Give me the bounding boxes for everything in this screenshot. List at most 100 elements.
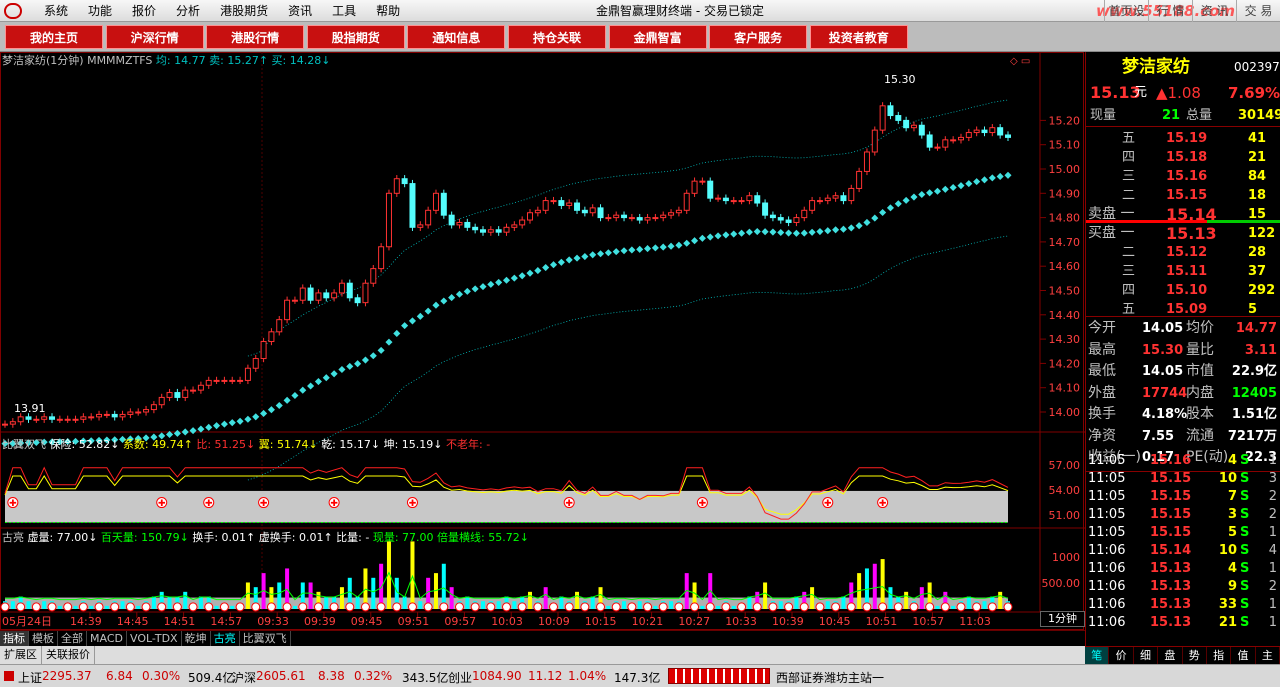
volume-bar xyxy=(42,601,47,609)
candle-body xyxy=(119,413,126,418)
quote-tab-3[interactable]: 盘 xyxy=(1158,647,1183,664)
menu-item-4[interactable]: 港股期货 xyxy=(220,0,268,22)
ma-dot xyxy=(487,280,495,288)
candle-body xyxy=(417,224,424,228)
nav-item-6[interactable]: 金鼎智富 xyxy=(608,25,707,49)
candle-body xyxy=(495,229,502,233)
tab-2[interactable]: 全部 xyxy=(58,631,87,646)
tick-side: S xyxy=(1240,543,1250,558)
ma-dot xyxy=(706,233,714,241)
ind2-signal-marker xyxy=(313,602,323,612)
time-axis-label: 10:39 xyxy=(772,615,804,628)
nav-item-8[interactable]: 投资者教育 xyxy=(809,25,908,49)
stat-value: 4.18% xyxy=(1142,407,1188,422)
interval-label[interactable]: 1分钟 xyxy=(1040,611,1085,627)
ind2-signal-marker xyxy=(16,602,26,612)
status-sz-amt: 343.5亿 xyxy=(402,671,449,685)
tab-7[interactable]: 比翼双飞 xyxy=(240,631,291,646)
ind2-signal-marker xyxy=(517,602,527,612)
bid-label: 四 xyxy=(1122,283,1136,298)
menu-item-0[interactable]: 系统 xyxy=(44,0,68,22)
quote-tab-6[interactable]: 值 xyxy=(1231,647,1256,664)
ma-dot xyxy=(659,243,667,251)
candle-body xyxy=(385,192,392,248)
quote-tab-5[interactable]: 指 xyxy=(1207,647,1232,664)
window-button-2[interactable]: 资 讯 xyxy=(1192,0,1236,22)
nav-item-3[interactable]: 股指期货 xyxy=(306,25,405,49)
candle-body xyxy=(205,379,212,386)
volume-bar xyxy=(379,563,384,609)
tab-6[interactable]: 古亮 xyxy=(211,631,240,646)
volume-bar xyxy=(872,563,877,609)
market-blocks-icon xyxy=(668,668,770,684)
ma-dot xyxy=(973,178,981,186)
nav-item-1[interactable]: 沪深行情 xyxy=(105,25,204,49)
quote-tab-4[interactable]: 势 xyxy=(1183,647,1207,664)
volume-bar xyxy=(136,605,141,609)
market-indicator-icon xyxy=(4,671,14,681)
nav-item-7[interactable]: 客户服务 xyxy=(709,25,808,49)
ma-dot xyxy=(910,193,918,201)
candle-body xyxy=(707,180,714,199)
quote-tab-7[interactable]: 主 xyxy=(1256,647,1280,664)
tab-4[interactable]: VOL-TDX xyxy=(127,631,182,646)
ext-tab-0[interactable]: 扩展区 xyxy=(0,646,42,664)
bid-price: 15.11 xyxy=(1166,264,1208,279)
ind1-item: 系数: 49.74↑ xyxy=(123,438,196,451)
tick-side: S xyxy=(1240,525,1250,540)
status-cy-amt: 147.3亿 xyxy=(614,671,661,685)
nav-item-5[interactable]: 持仓关联 xyxy=(508,25,606,49)
menu-item-6[interactable]: 工具 xyxy=(332,0,356,22)
candle-body xyxy=(840,195,847,202)
volume-bar xyxy=(951,605,956,609)
volume-bar xyxy=(543,587,548,609)
candle-body xyxy=(299,287,306,301)
volume-bar xyxy=(998,591,1003,609)
volume-bar xyxy=(324,596,329,609)
ma-dot xyxy=(988,174,996,182)
nav-item-2[interactable]: 港股行情 xyxy=(206,25,305,49)
menu-item-1[interactable]: 功能 xyxy=(88,0,112,22)
chart-svg[interactable]: 15.20 15.10 15.00 14.90 14.80 14.70 14.60 14.50… xyxy=(0,52,1085,630)
vol-now: 21 xyxy=(1162,108,1181,123)
nav-item-4[interactable]: 通知信息 xyxy=(407,25,506,49)
window-button-0[interactable]: 首页设置 xyxy=(1104,0,1148,40)
ma-dot xyxy=(879,208,887,217)
candle-body xyxy=(613,214,620,219)
quote-tab-0[interactable]: 笔 xyxy=(1085,647,1110,664)
window-button-1[interactable]: 行 情 xyxy=(1148,0,1192,22)
ma-dot xyxy=(260,409,268,417)
tab-0[interactable]: 指标 xyxy=(0,631,29,646)
ind2-signal-marker xyxy=(94,602,104,612)
ma-dot xyxy=(933,187,942,195)
ma-dot xyxy=(416,312,424,320)
menu-item-5[interactable]: 资讯 xyxy=(288,0,312,22)
volume-bar xyxy=(888,587,893,609)
ext-tab-1[interactable]: 关联报价 xyxy=(42,646,95,664)
stat-label: 外盘 xyxy=(1088,384,1116,401)
candle-body xyxy=(558,200,565,206)
tab-1[interactable]: 模板 xyxy=(29,631,58,646)
ind2-signal-marker xyxy=(188,602,198,612)
nav-item-0[interactable]: 我的主页 xyxy=(5,25,103,49)
quote-tab-2[interactable]: 细 xyxy=(1134,647,1159,664)
chart-area[interactable]: 15.20 15.10 15.00 14.90 14.80 14.70 14.60 14.50… xyxy=(0,52,1085,630)
tick-price: 15.15 xyxy=(1150,507,1192,522)
ind1-item: 乾: 15.17↓ xyxy=(321,438,383,451)
ma-dot xyxy=(839,225,847,233)
volume-bar xyxy=(653,605,658,609)
tab-5[interactable]: 乾坤 xyxy=(182,631,211,646)
quote-tab-1[interactable]: 价 xyxy=(1109,647,1134,664)
candle-body xyxy=(981,129,988,134)
candle-body xyxy=(17,416,24,423)
candle-body xyxy=(652,217,659,220)
menu-item-7[interactable]: 帮助 xyxy=(376,0,400,22)
chart-corner-icon[interactable]: ◇ ▭ xyxy=(1010,56,1030,67)
menu-item-3[interactable]: 分析 xyxy=(176,0,200,22)
window-button-3[interactable]: 交 易 xyxy=(1236,0,1280,22)
menu-item-2[interactable]: 报价 xyxy=(132,0,156,22)
volume-bar xyxy=(183,591,188,609)
tick-vol: 4 xyxy=(1227,453,1237,468)
bid-price: 15.12 xyxy=(1166,245,1208,260)
tab-3[interactable]: MACD xyxy=(87,631,127,646)
